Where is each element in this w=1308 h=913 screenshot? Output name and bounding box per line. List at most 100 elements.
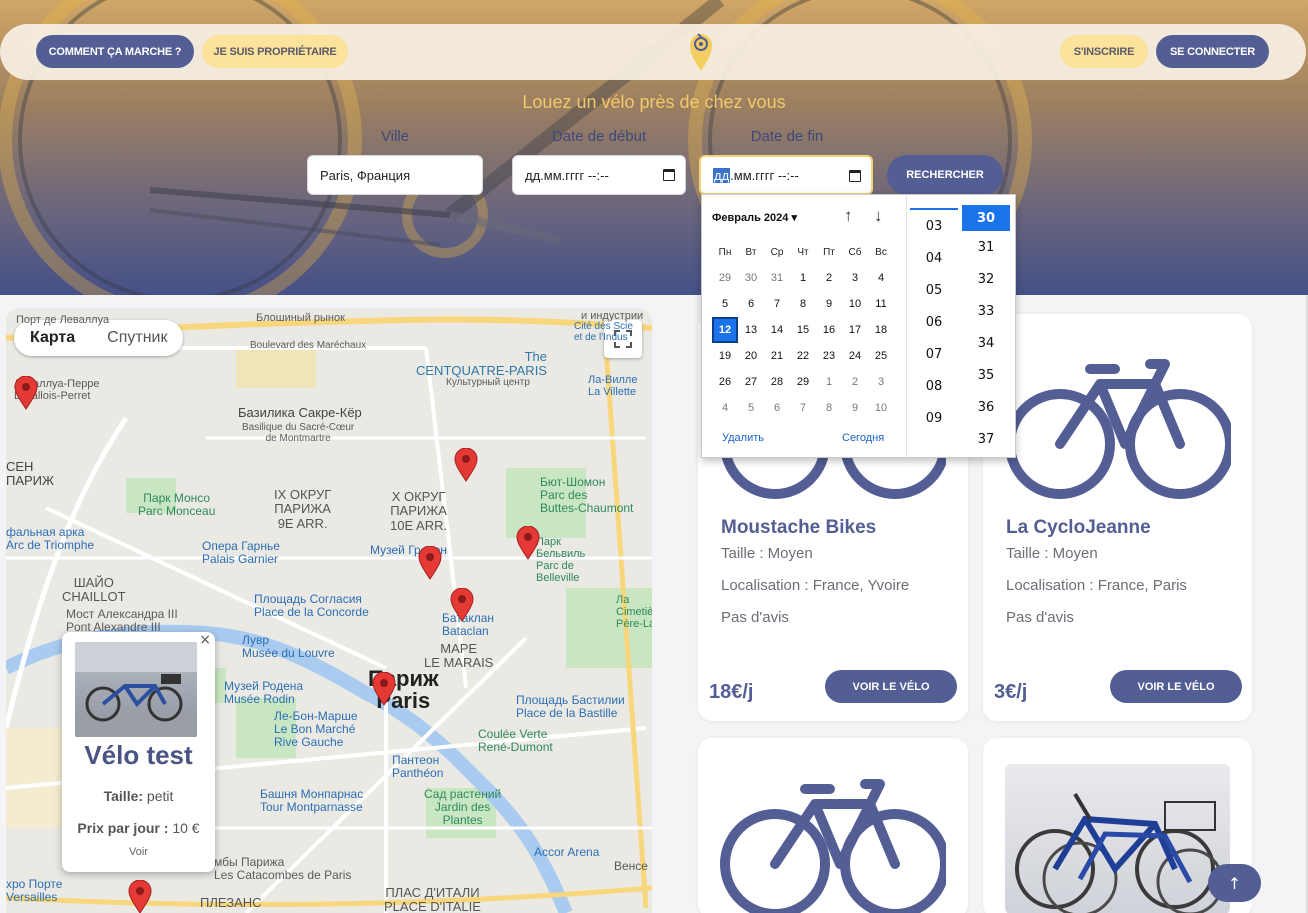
hour-option[interactable]: 03 <box>910 210 958 242</box>
calendar-day[interactable]: 12 <box>712 317 738 343</box>
minute-option[interactable]: 37 <box>962 423 1010 455</box>
calendar-day[interactable]: 9 <box>816 291 842 317</box>
map-pin-icon[interactable] <box>14 376 38 410</box>
calendar-day[interactable]: 4 <box>712 395 738 421</box>
calendar-day[interactable]: 29 <box>790 369 816 395</box>
view-bike-button[interactable]: VOIR LE VÉLO <box>825 670 957 703</box>
calendar-day[interactable]: 21 <box>764 343 790 369</box>
minute-option[interactable]: 34 <box>962 327 1010 359</box>
close-icon[interactable]: × <box>199 632 211 648</box>
calendar-day[interactable]: 8 <box>816 395 842 421</box>
card-title[interactable]: Moustache Bikes <box>721 517 876 539</box>
start-date-input[interactable]: дд.мм.гггг --:-- <box>512 155 686 195</box>
end-date-day-segment[interactable]: дд <box>713 167 731 183</box>
calendar-day[interactable]: 14 <box>764 317 790 343</box>
map-panel[interactable]: Карта Спутник Порт де Леваллуа Леваллуа-… <box>6 308 652 913</box>
end-date-rest: .мм.гггг --:-- <box>730 167 799 183</box>
hour-option[interactable]: 06 <box>910 306 958 338</box>
minute-option[interactable]: 36 <box>962 391 1010 423</box>
month-selector[interactable]: Февраль 2024 ▾ <box>712 211 797 224</box>
calendar-day[interactable]: 13 <box>738 317 764 343</box>
card-title[interactable]: La CycloJeanne <box>1006 517 1151 539</box>
map-pin-icon[interactable] <box>128 880 152 913</box>
map-label: хро Порте Versailles <box>6 877 63 905</box>
hour-option[interactable]: 09 <box>910 402 958 434</box>
calendar-day[interactable]: 2 <box>816 265 842 291</box>
calendar-day[interactable]: 23 <box>816 343 842 369</box>
card-size: Taille : Moyen <box>721 545 813 562</box>
minute-option[interactable]: 30 <box>962 205 1010 231</box>
calendar-day[interactable]: 27 <box>738 369 764 395</box>
view-bike-button[interactable]: VOIR LE VÉLO <box>1110 670 1242 703</box>
back-to-top-button[interactable]: ↑ <box>1208 864 1261 902</box>
calendar-day[interactable]: 3 <box>868 369 894 395</box>
calendar-day[interactable]: 20 <box>738 343 764 369</box>
calendar-day[interactable]: 19 <box>712 343 738 369</box>
popup-view-link[interactable]: Voir <box>62 846 215 858</box>
map-pin-icon[interactable] <box>418 546 442 580</box>
map-pin-icon[interactable] <box>372 672 396 706</box>
calendar-day[interactable]: 7 <box>764 291 790 317</box>
calendar-day[interactable]: 17 <box>842 317 868 343</box>
arrow-up-icon[interactable]: ↑ <box>844 206 853 226</box>
calendar-day[interactable]: 7 <box>790 395 816 421</box>
calendar-day[interactable]: 6 <box>764 395 790 421</box>
calendar-day[interactable]: 8 <box>790 291 816 317</box>
end-date-input[interactable]: дд .мм.гггг --:-- <box>699 155 873 195</box>
owner-button[interactable]: JE SUIS PROPRIÉTAIRE <box>202 35 348 68</box>
calendar-day[interactable]: 24 <box>842 343 868 369</box>
map-pin-icon[interactable] <box>450 588 474 622</box>
how-it-works-button[interactable]: COMMENT ÇA MARCHE ? <box>36 35 194 68</box>
calendar-day[interactable]: 31 <box>764 265 790 291</box>
calendar-day[interactable]: 15 <box>790 317 816 343</box>
calendar-day[interactable]: 9 <box>842 395 868 421</box>
hour-column[interactable]: 03 04 05 06 07 08 09 <box>910 210 958 434</box>
calendar-day[interactable]: 10 <box>868 395 894 421</box>
minute-option[interactable]: 31 <box>962 231 1010 263</box>
calendar-day[interactable]: 18 <box>868 317 894 343</box>
today-button[interactable]: Сегодня <box>842 432 884 444</box>
calendar-day[interactable]: 29 <box>712 265 738 291</box>
minute-option[interactable]: 35 <box>962 359 1010 391</box>
hour-option[interactable]: 08 <box>910 370 958 402</box>
calendar-icon[interactable] <box>663 169 675 181</box>
calendar-day[interactable]: 25 <box>868 343 894 369</box>
calendar-day[interactable]: 11 <box>868 291 894 317</box>
calendar-day[interactable]: 1 <box>816 369 842 395</box>
minute-option[interactable]: 32 <box>962 263 1010 295</box>
arrow-down-icon[interactable]: ↓ <box>874 206 883 226</box>
calendar-day[interactable]: 30 <box>738 265 764 291</box>
calendar-day[interactable]: 26 <box>712 369 738 395</box>
hour-option[interactable]: 07 <box>910 338 958 370</box>
calendar-day[interactable]: 6 <box>738 291 764 317</box>
hour-option[interactable]: 04 <box>910 242 958 274</box>
calendar-day[interactable]: 5 <box>738 395 764 421</box>
signup-button[interactable]: S'INSCRIRE <box>1060 35 1148 68</box>
map-pin-icon[interactable] <box>454 448 478 482</box>
map-pin-icon[interactable] <box>516 526 540 560</box>
calendar-day[interactable]: 28 <box>764 369 790 395</box>
calendar-day[interactable]: 22 <box>790 343 816 369</box>
map-label: The CENTQUATRE-PARIS <box>416 349 547 379</box>
minute-option[interactable]: 33 <box>962 295 1010 327</box>
calendar-day[interactable]: 16 <box>816 317 842 343</box>
bike-card: La CycloJeanne Taille : Moyen Localisati… <box>983 314 1252 721</box>
bike-photo <box>1005 764 1230 913</box>
city-input[interactable]: Paris, Франция <box>307 155 483 195</box>
login-button[interactable]: SE CONNECTER <box>1156 35 1269 68</box>
calendar-day[interactable]: 2 <box>842 369 868 395</box>
map-label: Музей Родена Musée Rodin <box>224 679 304 707</box>
calendar-day[interactable]: 1 <box>790 265 816 291</box>
hour-option[interactable]: 05 <box>910 274 958 306</box>
map-label: Блошиный рынок <box>256 312 345 324</box>
calendar-icon[interactable] <box>849 170 861 182</box>
calendar-day[interactable]: 3 <box>842 265 868 291</box>
search-button[interactable]: RECHERCHER <box>887 155 1003 195</box>
minute-column[interactable]: 30 31 32 33 34 35 36 37 <box>962 205 1010 455</box>
calendar-day[interactable]: 4 <box>868 265 894 291</box>
bike-pin-logo-icon[interactable] <box>688 30 714 72</box>
calendar-day[interactable]: 10 <box>842 291 868 317</box>
calendar-day[interactable]: 5 <box>712 291 738 317</box>
map-label: Coulée Verte René-Dumont <box>478 727 553 755</box>
clear-button[interactable]: Удалить <box>722 432 764 444</box>
